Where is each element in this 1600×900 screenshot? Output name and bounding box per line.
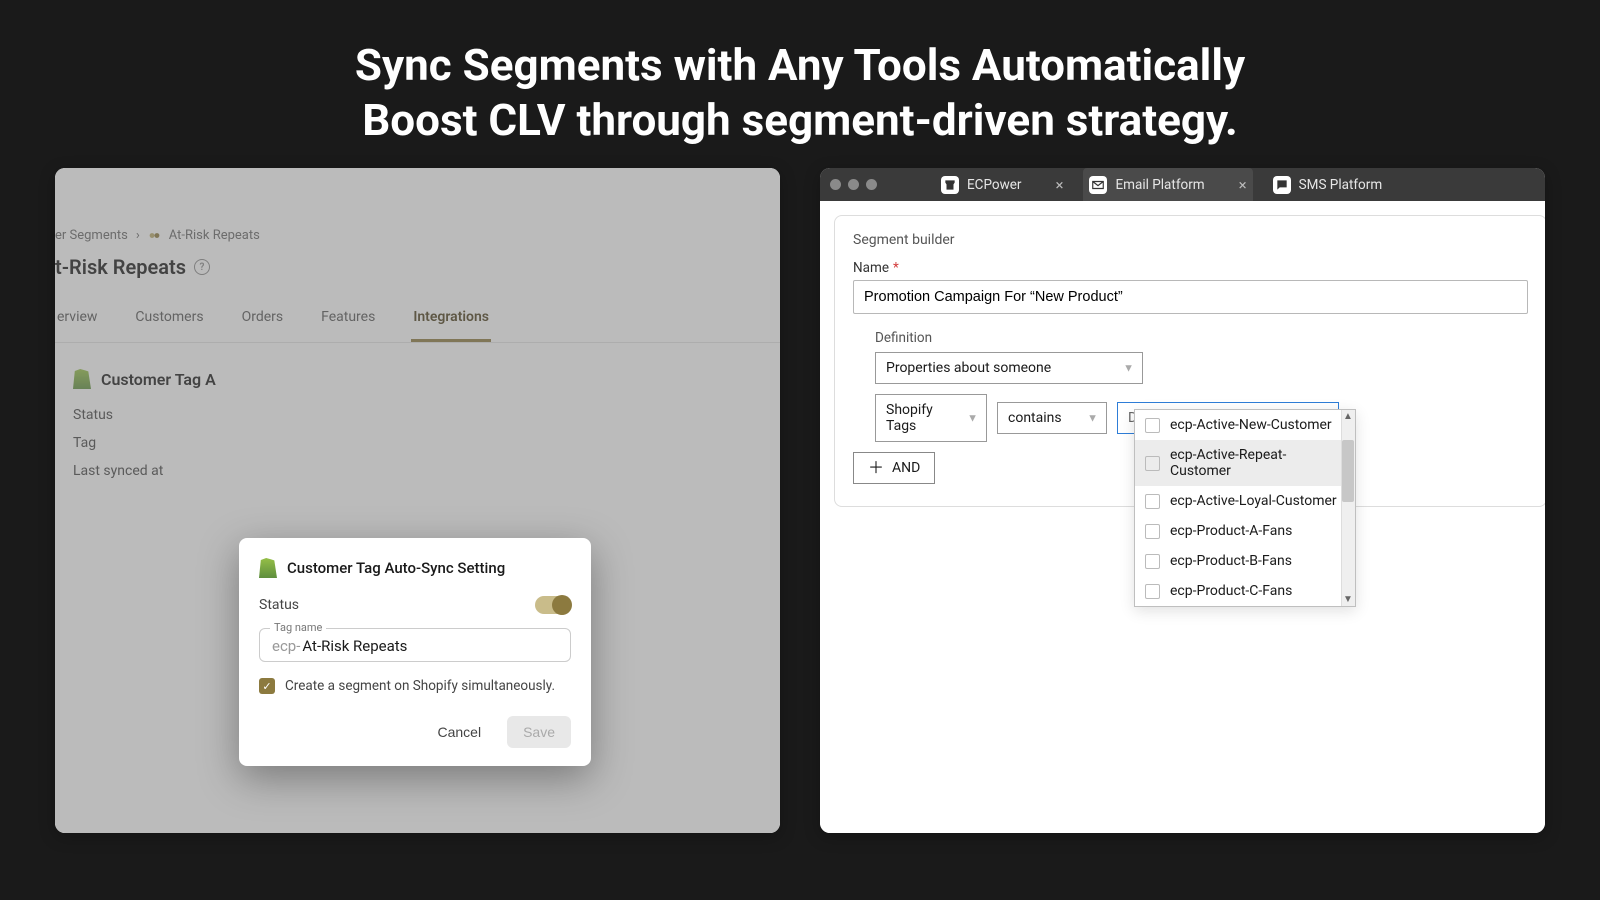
chevron-down-icon: ▼: [1087, 412, 1098, 425]
window-controls[interactable]: [830, 179, 877, 190]
checkbox[interactable]: [1145, 494, 1160, 509]
dimension-value-dropdown: ecp-Active-New-Customer ecp-Active-Repea…: [1134, 409, 1356, 607]
and-label: AND: [892, 460, 920, 476]
option-label: ecp-Product-C-Fans: [1170, 583, 1292, 599]
tab-ecpower[interactable]: ECPower ×: [935, 168, 1069, 201]
tab-email-label: Email Platform: [1115, 177, 1204, 193]
tag-prefix: ecp-: [272, 637, 300, 655]
right-panel: ECPower × Email Platform × SMS Platform …: [820, 168, 1545, 833]
hero-line-1: Sync Segments with Any Tools Automatical…: [40, 38, 1560, 93]
chevron-down-icon: ▼: [967, 412, 978, 425]
save-button[interactable]: Save: [507, 716, 571, 748]
hero-headline: Sync Segments with Any Tools Automatical…: [0, 0, 1600, 168]
modal-title-text: Customer Tag Auto-Sync Setting: [287, 559, 505, 577]
dropdown-option[interactable]: ecp-Active-Repeat-Customer: [1135, 440, 1355, 486]
status-toggle[interactable]: [535, 596, 571, 614]
dropdown-option[interactable]: ecp-Product-C-Fans: [1135, 576, 1355, 606]
left-panel: er Segments › At-Risk Repeats t-Risk Rep…: [55, 168, 780, 833]
scroll-thumb[interactable]: [1342, 440, 1354, 502]
tag-name-field[interactable]: Tag name ecp- At-Risk Repeats: [259, 628, 571, 662]
shopify-icon: [259, 558, 277, 578]
chat-icon: [1273, 176, 1291, 194]
add-and-condition-button[interactable]: ＋ AND: [853, 452, 935, 484]
tag-name-label: Tag name: [270, 621, 326, 634]
segment-name-input[interactable]: [853, 280, 1528, 314]
close-dot-icon[interactable]: [830, 179, 841, 190]
checkbox[interactable]: [1145, 554, 1160, 569]
definition-label: Definition: [875, 330, 1528, 346]
cancel-button[interactable]: Cancel: [421, 716, 497, 748]
checkbox[interactable]: [1145, 584, 1160, 599]
dropdown-option[interactable]: ecp-Product-A-Fans: [1135, 516, 1355, 546]
tab-sms-platform[interactable]: SMS Platform: [1267, 168, 1389, 201]
property-select[interactable]: Properties about someone ▼: [875, 352, 1143, 384]
status-label: Status: [259, 597, 299, 613]
create-segment-checkbox[interactable]: ✓: [259, 678, 275, 694]
option-label: ecp-Product-A-Fans: [1170, 523, 1292, 539]
create-segment-label: Create a segment on Shopify simultaneous…: [285, 678, 555, 694]
hero-line-2: Boost CLV through segment-driven strateg…: [40, 93, 1560, 148]
auto-sync-modal: Customer Tag Auto-Sync Setting Status Ta…: [239, 538, 591, 766]
option-label: ecp-Active-Loyal-Customer: [1170, 493, 1337, 509]
option-label: ecp-Active-Repeat-Customer: [1170, 447, 1345, 479]
mail-icon: [1089, 176, 1107, 194]
checkbox[interactable]: [1145, 418, 1160, 433]
maximize-dot-icon[interactable]: [866, 179, 877, 190]
name-label: Name*: [853, 260, 1528, 276]
window-titlebar: ECPower × Email Platform × SMS Platform: [820, 168, 1545, 201]
dropdown-option[interactable]: ecp-Product-B-Fans: [1135, 546, 1355, 576]
scrollbar[interactable]: ▲ ▼: [1341, 410, 1355, 606]
tab-sms-label: SMS Platform: [1299, 177, 1383, 193]
checkbox[interactable]: [1145, 456, 1160, 471]
tab-email-platform[interactable]: Email Platform ×: [1083, 168, 1252, 201]
tab-ecpower-label: ECPower: [967, 177, 1021, 193]
dropdown-option[interactable]: ecp-Active-Loyal-Customer: [1135, 486, 1355, 516]
operator-select[interactable]: contains ▼: [997, 402, 1107, 434]
scroll-down-icon[interactable]: ▼: [1343, 594, 1353, 605]
scroll-up-icon[interactable]: ▲: [1343, 411, 1353, 422]
close-icon[interactable]: ×: [1055, 176, 1063, 194]
close-icon[interactable]: ×: [1239, 176, 1247, 194]
option-label: ecp-Product-B-Fans: [1170, 553, 1292, 569]
option-label: ecp-Active-New-Customer: [1170, 417, 1332, 433]
tag-value: At-Risk Repeats: [302, 637, 407, 655]
minimize-dot-icon[interactable]: [848, 179, 859, 190]
dropdown-option[interactable]: ecp-Active-New-Customer: [1135, 410, 1355, 440]
chevron-down-icon: ▼: [1123, 362, 1134, 375]
checkbox[interactable]: [1145, 524, 1160, 539]
attribute-select[interactable]: Shopify Tags ▼: [875, 394, 987, 442]
store-icon: [941, 176, 959, 194]
segment-builder-title: Segment builder: [853, 232, 1528, 248]
